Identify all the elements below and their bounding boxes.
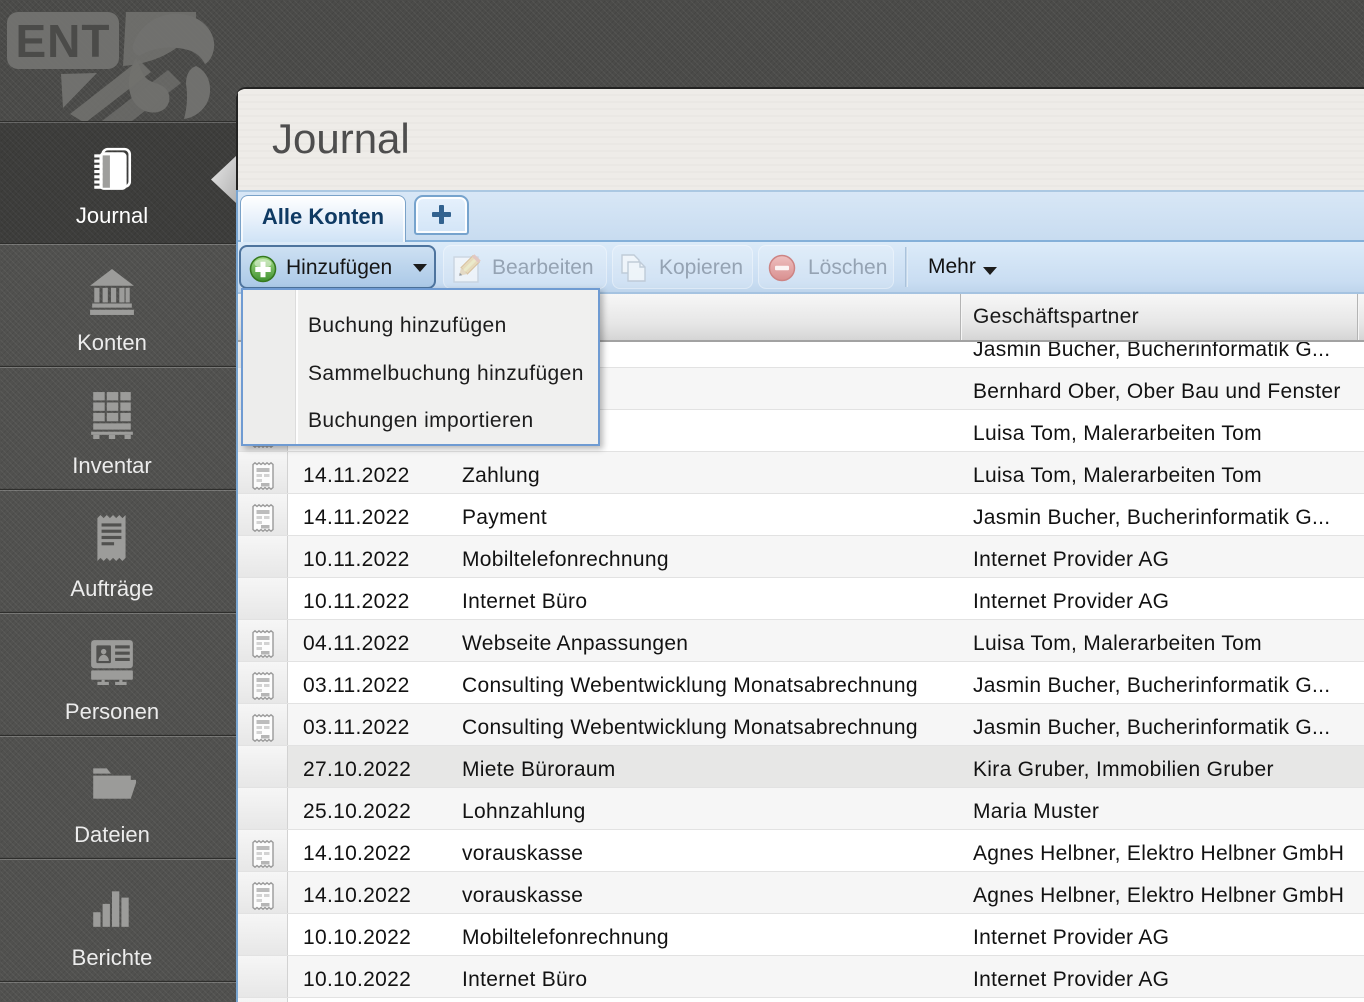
svg-text:ENT: ENT — [16, 15, 111, 67]
